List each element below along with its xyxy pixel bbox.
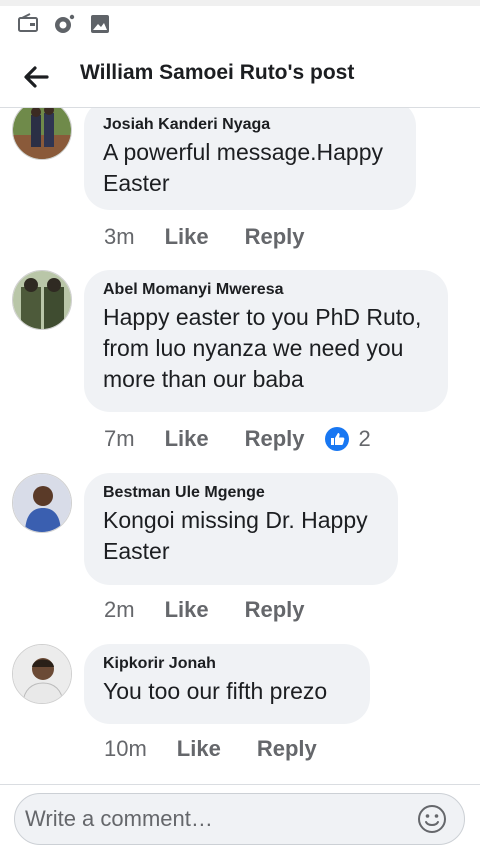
comment-bubble[interactable]: Josiah Kanderi Nyaga A powerful message.… bbox=[84, 108, 416, 210]
comment-text: Happy easter to you PhD Ruto, from luo n… bbox=[103, 304, 422, 392]
comment-actions: 3m Like Reply bbox=[104, 222, 305, 252]
comment-input[interactable]: Write a comment… bbox=[14, 793, 465, 845]
comment-actions: 2m Like Reply bbox=[104, 595, 305, 625]
avatar[interactable] bbox=[12, 108, 72, 160]
like-button[interactable]: Like bbox=[165, 426, 209, 452]
comment-text: A powerful message.Happy Easter bbox=[103, 139, 383, 196]
comments-list[interactable]: Josiah Kanderi Nyaga A powerful message.… bbox=[0, 108, 480, 784]
back-button[interactable] bbox=[20, 61, 52, 93]
reaction-count: 2 bbox=[358, 426, 371, 451]
comment-author[interactable]: Kipkorir Jonah bbox=[103, 654, 350, 674]
comment-time[interactable]: 10m bbox=[104, 736, 147, 762]
comment-text: Kongoi missing Dr. Happy Easter bbox=[103, 507, 368, 564]
reply-button[interactable]: Reply bbox=[257, 736, 317, 762]
avatar[interactable] bbox=[12, 473, 72, 533]
comment-bubble[interactable]: Abel Momanyi Mweresa Happy easter to you… bbox=[84, 270, 448, 412]
avatar[interactable] bbox=[12, 644, 72, 704]
reactions-summary[interactable]: 2 bbox=[324, 426, 371, 452]
thumbs-up-reaction-icon bbox=[324, 427, 349, 451]
comment-input-placeholder[interactable]: Write a comment… bbox=[25, 794, 213, 844]
post-header: William Samoei Ruto's post bbox=[0, 48, 480, 108]
comment-author[interactable]: Bestman Ule Mgenge bbox=[103, 483, 378, 503]
emoji-icon[interactable] bbox=[416, 803, 448, 835]
page-title: William Samoei Ruto's post bbox=[80, 61, 355, 84]
avatar[interactable] bbox=[12, 270, 72, 330]
comment-actions: 7m Like Reply 2 bbox=[104, 424, 371, 454]
reply-button[interactable]: Reply bbox=[245, 426, 305, 452]
comment-author[interactable]: Josiah Kanderi Nyaga bbox=[103, 115, 396, 135]
comment-bubble[interactable]: Kipkorir Jonah You too our fifth prezo bbox=[84, 644, 370, 724]
status-bar bbox=[0, 0, 480, 49]
gallery-icon bbox=[91, 15, 109, 33]
comment-text: You too our fifth prezo bbox=[103, 678, 328, 704]
camera-icon bbox=[55, 14, 75, 33]
like-button[interactable]: Like bbox=[165, 224, 209, 250]
comment-composer: Write a comment… bbox=[0, 784, 480, 855]
comment-time[interactable]: 3m bbox=[104, 224, 135, 250]
comment-time[interactable]: 7m bbox=[104, 426, 135, 452]
comment-bubble[interactable]: Bestman Ule Mgenge Kongoi missing Dr. Ha… bbox=[84, 473, 398, 585]
reply-button[interactable]: Reply bbox=[245, 597, 305, 623]
wallet-icon bbox=[18, 13, 38, 32]
comment-author[interactable]: Abel Momanyi Mweresa bbox=[103, 280, 428, 300]
like-button[interactable]: Like bbox=[165, 597, 209, 623]
reply-button[interactable]: Reply bbox=[245, 224, 305, 250]
comment-time[interactable]: 2m bbox=[104, 597, 135, 623]
like-button[interactable]: Like bbox=[177, 736, 221, 762]
back-arrow-icon bbox=[24, 66, 49, 88]
comment-actions: 10m Like Reply bbox=[104, 734, 317, 764]
